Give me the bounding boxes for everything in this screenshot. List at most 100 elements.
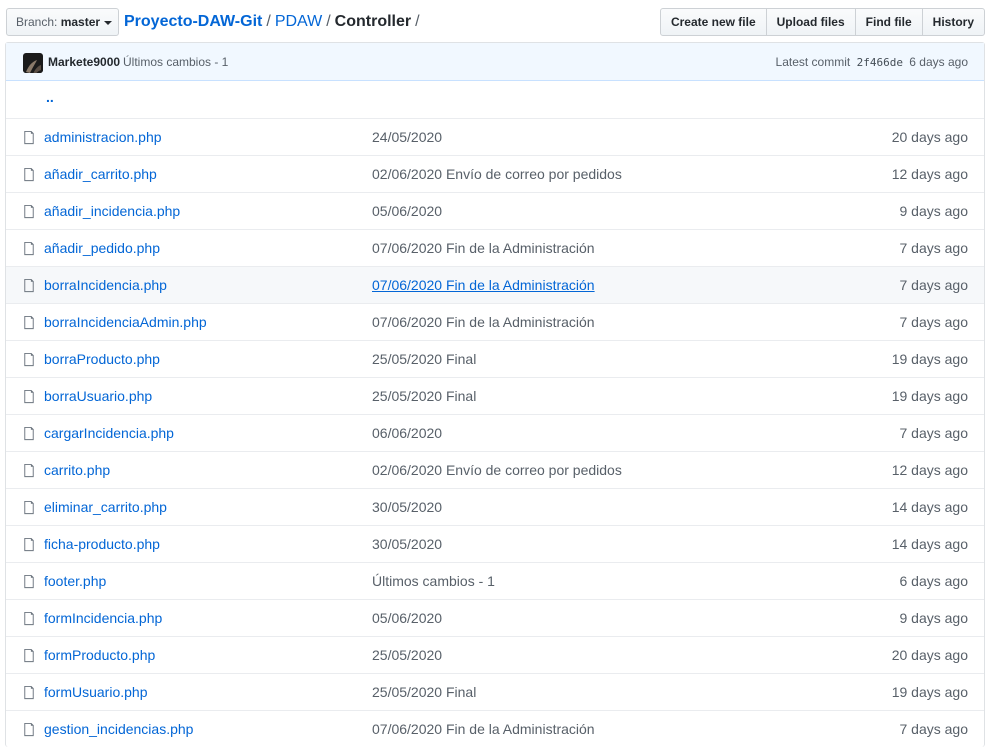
file-age: 9 days ago — [899, 203, 969, 219]
file-icon — [24, 278, 34, 293]
commit-author-link[interactable]: Markete9000 — [48, 43, 120, 81]
file-commit-message-link[interactable]: 24/05/2020 — [372, 119, 442, 155]
file-name-link[interactable]: carrito.php — [44, 452, 110, 488]
file-age: 7 days ago — [899, 314, 969, 330]
file-row: ficha-producto.php 30/05/2020 14 days ag… — [6, 525, 984, 562]
file-name-link[interactable]: ficha-producto.php — [44, 526, 160, 562]
create-new-file-button[interactable]: Create new file — [659, 8, 767, 36]
file-icon — [24, 352, 34, 367]
commit-message-link[interactable]: Últimos cambios - 1 — [123, 43, 228, 81]
file-row: añadir_carrito.php 02/06/2020 Envío de c… — [6, 155, 984, 192]
file-row: borraUsuario.php 25/05/2020 Final 19 day… — [6, 377, 984, 414]
file-age: 7 days ago — [899, 240, 969, 256]
file-name-link[interactable]: borraIncidenciaAdmin.php — [44, 304, 207, 340]
file-age: 7 days ago — [899, 721, 969, 737]
file-name-link[interactable]: gestion_incidencias.php — [44, 711, 193, 747]
file-commit-message-link[interactable]: Últimos cambios - 1 — [372, 563, 495, 599]
file-icon — [24, 241, 34, 256]
file-commit-message-link[interactable]: 25/05/2020 Final — [372, 674, 476, 710]
file-row: eliminar_carrito.php 30/05/2020 14 days … — [6, 488, 984, 525]
file-name-link[interactable]: añadir_carrito.php — [44, 156, 157, 192]
breadcrumb-dir-link[interactable]: PDAW — [275, 13, 322, 30]
upload-files-button[interactable]: Upload files — [765, 8, 856, 36]
file-row: carrito.php 02/06/2020 Envío de correo p… — [6, 451, 984, 488]
file-commit-message-link[interactable]: 07/06/2020 Fin de la Administración — [372, 267, 595, 303]
file-row: administracion.php 24/05/2020 20 days ag… — [6, 118, 984, 155]
file-name-link[interactable]: añadir_incidencia.php — [44, 193, 180, 229]
file-icon — [24, 130, 34, 145]
file-icon — [24, 204, 34, 219]
file-commit-message-link[interactable]: 05/06/2020 — [372, 600, 442, 636]
file-name-link[interactable]: administracion.php — [44, 119, 162, 155]
latest-commit-bar: Markete9000 Últimos cambios - 1 Latest c… — [6, 43, 984, 81]
file-age: 12 days ago — [891, 462, 968, 478]
file-age: 20 days ago — [891, 129, 968, 145]
breadcrumb-separator: / — [266, 13, 271, 30]
file-icon — [24, 463, 34, 478]
file-icon — [24, 685, 34, 700]
history-button[interactable]: History — [921, 8, 985, 36]
file-name-link[interactable]: cargarIncidencia.php — [44, 415, 174, 451]
file-name-link[interactable]: borraUsuario.php — [44, 378, 152, 414]
file-commit-message-link[interactable]: 30/05/2020 — [372, 489, 442, 525]
file-name-link[interactable]: formProducto.php — [44, 637, 155, 673]
file-icon — [24, 574, 34, 589]
file-row: borraIncidencia.php 07/06/2020 Fin de la… — [6, 266, 984, 303]
commit-sha-link[interactable]: 2f466de — [857, 56, 903, 69]
file-name-link[interactable]: añadir_pedido.php — [44, 230, 160, 266]
file-name-link[interactable]: formIncidencia.php — [44, 600, 162, 636]
file-age: 19 days ago — [891, 388, 968, 404]
breadcrumb-separator: / — [415, 13, 420, 30]
file-commit-message-link[interactable]: 02/06/2020 Envío de correo por pedidos — [372, 452, 622, 488]
file-icon — [24, 722, 34, 737]
file-icon — [24, 389, 34, 404]
file-age: 9 days ago — [899, 610, 969, 626]
breadcrumb-repo-link[interactable]: Proyecto-DAW-Git — [124, 13, 262, 30]
file-row: borraProducto.php 25/05/2020 Final 19 da… — [6, 340, 984, 377]
parent-directory-link[interactable]: .. — [46, 79, 54, 115]
file-age: 14 days ago — [891, 536, 968, 552]
file-age: 12 days ago — [891, 166, 968, 182]
file-age: 6 days ago — [899, 573, 969, 589]
file-commit-message-link[interactable]: 02/06/2020 Envío de correo por pedidos — [372, 156, 622, 192]
file-name-link[interactable]: borraProducto.php — [44, 341, 160, 377]
file-commit-message-link[interactable]: 07/06/2020 Fin de la Administración — [372, 230, 595, 266]
file-age: 14 days ago — [891, 499, 968, 515]
find-file-button[interactable]: Find file — [854, 8, 923, 36]
file-name-link[interactable]: borraIncidencia.php — [44, 267, 167, 303]
latest-commit-info: Latest commit 2f466de 6 days ago — [776, 43, 968, 82]
file-icon — [24, 167, 34, 182]
branch-prefix: Branch: — [16, 15, 58, 29]
file-commit-message-link[interactable]: 25/05/2020 — [372, 637, 442, 673]
file-row: añadir_incidencia.php 05/06/2020 9 days … — [6, 192, 984, 229]
breadcrumb-current: Controller — [334, 13, 412, 30]
file-commit-message-link[interactable]: 25/05/2020 Final — [372, 341, 476, 377]
parent-directory-row[interactable]: .. — [6, 81, 984, 118]
file-actions: Create new file Upload files Find file H… — [659, 8, 985, 36]
file-name-link[interactable]: formUsuario.php — [44, 674, 148, 710]
file-icon — [24, 315, 34, 330]
file-icon — [24, 537, 34, 552]
file-icon — [24, 500, 34, 515]
file-age: 7 days ago — [899, 277, 969, 293]
file-commit-message-link[interactable]: 30/05/2020 — [372, 526, 442, 562]
file-commit-message-link[interactable]: 06/06/2020 — [372, 415, 442, 451]
file-commit-message-link[interactable]: 25/05/2020 Final — [372, 378, 476, 414]
file-row: formUsuario.php 25/05/2020 Final 19 days… — [6, 673, 984, 710]
file-name-link[interactable]: footer.php — [44, 563, 106, 599]
file-row: formIncidencia.php 05/06/2020 9 days ago — [6, 599, 984, 636]
file-age: 20 days ago — [891, 647, 968, 663]
file-name-link[interactable]: eliminar_carrito.php — [44, 489, 167, 525]
file-row: gestion_incidencias.php 07/06/2020 Fin d… — [6, 710, 984, 747]
avatar[interactable] — [23, 53, 43, 73]
file-age: 7 days ago — [899, 425, 969, 441]
commit-age: 6 days ago — [909, 55, 968, 69]
file-commit-message-link[interactable]: 05/06/2020 — [372, 193, 442, 229]
branch-select-button[interactable]: Branch: master — [6, 8, 119, 36]
file-commit-message-link[interactable]: 07/06/2020 Fin de la Administración — [372, 304, 595, 340]
caret-down-icon — [104, 20, 113, 25]
file-icon — [24, 426, 34, 441]
file-commit-message-link[interactable]: 07/06/2020 Fin de la Administración — [372, 711, 595, 747]
file-icon — [24, 611, 34, 626]
branch-name: master — [60, 15, 101, 29]
